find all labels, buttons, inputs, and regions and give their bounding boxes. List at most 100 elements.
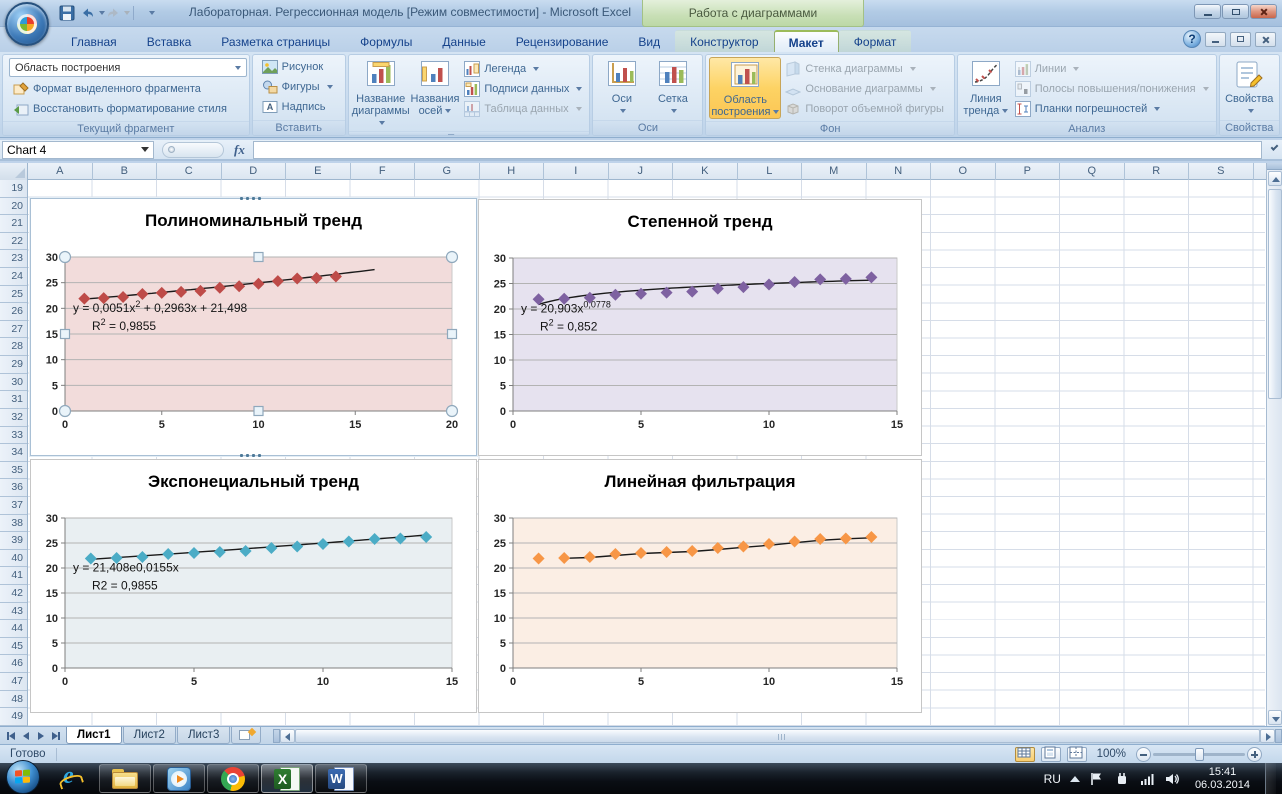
workbook-close-button[interactable] [1255,31,1276,47]
row-header-19[interactable]: 19 [0,180,27,198]
row-header-21[interactable]: 21 [0,215,27,233]
data-labels-button[interactable]: Подписи данных [460,79,586,99]
insert-textbox-button[interactable]: A Надпись [258,97,342,117]
restore-button[interactable] [1222,4,1249,19]
workbook-minimize-button[interactable] [1205,31,1226,47]
chart-plot-area[interactable]: 0 5 10 15 20 25 30 0 5 10 15 y = 21,408e0,0155x R2 =… [31,460,476,712]
format-selection-button[interactable]: Формат выделенного фрагмента [9,79,246,99]
start-button[interactable] [6,760,40,794]
column-header-I[interactable]: I [544,163,609,180]
axis-titles-button[interactable]: Названия осей [410,57,461,129]
column-header-G[interactable]: G [415,163,480,180]
row-header-36[interactable]: 36 [0,479,27,497]
chart-polynomial-trend[interactable]: Полиноминальный тренд 0 5 10 15 20 25 30 0 5 10 15… [30,197,477,457]
row-header-23[interactable]: 23 [0,250,27,269]
taskbar-app-chrome[interactable] [207,764,259,793]
redo-button[interactable] [106,4,130,22]
updown-bars-button[interactable]: Полосы повышения/понижения [1011,79,1213,99]
qat-customize-button[interactable] [139,4,161,22]
scroll-right-button[interactable] [1260,728,1275,743]
column-header-C[interactable]: C [157,163,222,180]
tab-9[interactable]: Макет [773,30,839,52]
column-header-L[interactable]: L [738,163,802,180]
undo-button[interactable] [81,4,105,22]
horizontal-split-handle[interactable] [273,728,281,743]
zoom-slider-track[interactable] [1153,747,1245,761]
row-header-40[interactable]: 40 [0,550,27,568]
row-header-35[interactable]: 35 [0,462,27,480]
column-header-K[interactable]: K [673,163,738,180]
save-button[interactable] [56,4,78,22]
row-header-29[interactable]: 29 [0,356,27,374]
zoom-in-button[interactable] [1247,746,1262,762]
column-header-P[interactable]: P [996,163,1060,180]
sheet-tab-1[interactable]: Лист1 [66,727,122,744]
row-header-20[interactable]: 20 [0,198,27,216]
action-center-icon[interactable] [1089,771,1105,787]
help-button[interactable]: ? [1183,30,1201,48]
chart-elements-dropdown[interactable]: Область построения [9,58,247,77]
chart-wall-button[interactable]: Стенка диаграммы [781,59,948,79]
row-header-45[interactable]: 45 [0,638,27,656]
column-header-R[interactable]: R [1125,163,1189,180]
insert-function-button[interactable]: fx [234,142,245,158]
legend-button[interactable]: Легенда [460,59,586,79]
tab-1[interactable]: Главная [56,30,132,52]
vertical-scrollbar[interactable] [1266,163,1282,726]
column-header-D[interactable]: D [222,163,286,180]
power-icon[interactable] [1114,771,1130,787]
row-header-38[interactable]: 38 [0,515,27,533]
select-all-corner[interactable] [0,163,28,180]
row-header-46[interactable]: 46 [0,655,27,674]
tab-5[interactable]: Данные [427,30,500,52]
horizontal-scrollbar[interactable] [273,727,1282,744]
plot-area-button[interactable]: Область построения [709,57,782,119]
row-header-24[interactable]: 24 [0,268,27,286]
chart-exponential-trend[interactable]: Экспонециальный тренд 0 5 10 15 20 25 30 0 5 10 15… [30,459,477,713]
scroll-left-button[interactable] [280,728,296,743]
row-header-47[interactable]: 47 [0,673,27,691]
gridlines-button[interactable]: Сетка [647,57,699,118]
network-icon[interactable] [1139,771,1155,787]
taskbar-app-media-player[interactable] [153,764,205,793]
column-header-B[interactable]: B [93,163,157,180]
tab-3[interactable]: Разметка страницы [206,30,345,52]
vertical-split-handle[interactable] [1267,163,1282,170]
row-header-32[interactable]: 32 [0,409,27,427]
scroll-down-button[interactable] [1268,710,1282,725]
language-indicator[interactable]: RU [1044,772,1061,786]
tab-10[interactable]: Формат [838,30,912,52]
column-header-E[interactable]: E [286,163,351,180]
scroll-up-button[interactable] [1268,171,1282,186]
sheet-tab-2[interactable]: Лист2 [122,727,176,744]
sheet-tab-3[interactable]: Лист3 [176,727,231,744]
tab-4[interactable]: Формулы [345,30,427,52]
row-header-42[interactable]: 42 [0,585,27,603]
row-header-27[interactable]: 27 [0,321,27,339]
last-sheet-button[interactable] [49,729,62,742]
row-header-48[interactable]: 48 [0,691,27,709]
zoom-out-button[interactable] [1136,746,1151,762]
column-header-M[interactable]: M [802,163,867,180]
first-sheet-button[interactable] [4,729,17,742]
row-header-28[interactable]: 28 [0,338,27,357]
chart-plot-area[interactable]: 0510152025300 5 10 15y = 20,903x0,0778R2 = … [479,200,921,455]
page-layout-view-button[interactable] [1040,746,1061,762]
tab-8[interactable]: Конструктор [675,30,774,52]
chart-title-button[interactable]: Название диаграммы [352,57,410,129]
horizontal-scroll-thumb[interactable] [295,728,1260,743]
minimize-button[interactable] [1194,4,1221,19]
taskbar-app-word[interactable]: W [315,764,367,793]
row-header-30[interactable]: 30 [0,374,27,392]
office-button[interactable] [5,2,49,46]
column-header-N[interactable]: N [867,163,931,180]
chart-plot-area[interactable]: 0 5 10 15 20 25 30 0 5 10 15 [479,460,921,712]
column-header-Q[interactable]: Q [1060,163,1125,180]
formula-input[interactable] [252,140,1262,159]
page-break-view-button[interactable] [1066,746,1087,762]
row-header-44[interactable]: 44 [0,620,27,638]
horizontal-split-handle-right[interactable] [1275,728,1282,743]
volume-icon[interactable] [1164,771,1180,787]
taskbar-app-explorer[interactable] [99,764,151,793]
row-header-49[interactable]: 49 [0,708,27,726]
